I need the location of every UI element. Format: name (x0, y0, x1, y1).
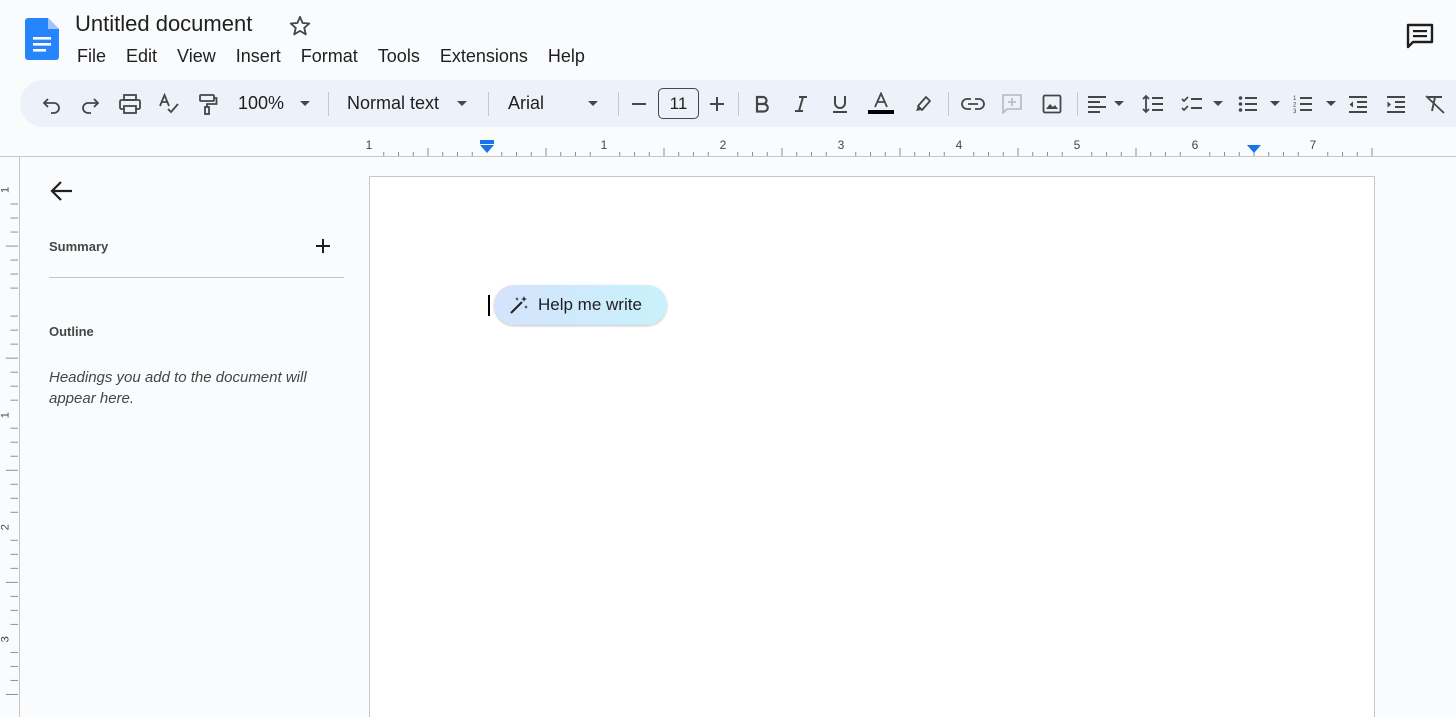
svg-text:3: 3 (1293, 109, 1297, 114)
font-value: Arial (508, 93, 545, 113)
help-me-write-label: Help me write (538, 295, 642, 314)
line-spacing-icon[interactable] (1141, 80, 1165, 127)
link-icon[interactable] (960, 80, 986, 127)
print-icon[interactable] (117, 80, 143, 127)
ruler-label: 3 (0, 636, 12, 642)
help-me-write-button[interactable]: Help me write (494, 285, 667, 325)
toolbar-divider (738, 92, 739, 116)
add-comment-icon[interactable] (1000, 80, 1024, 127)
chevron-down-icon (457, 101, 468, 106)
chevron-down-icon (588, 101, 599, 106)
increase-indent-icon[interactable] (1384, 80, 1408, 127)
document-page[interactable] (369, 176, 1375, 717)
menu-tools[interactable]: Tools (368, 42, 430, 70)
ruler-label: 1 (601, 138, 608, 152)
bold-icon[interactable] (751, 80, 773, 127)
toolbar-divider (618, 92, 619, 116)
decrease-indent-icon[interactable] (1346, 80, 1370, 127)
italic-icon[interactable] (790, 80, 812, 127)
svg-text:1: 1 (1293, 96, 1297, 102)
bulleted-list-icon[interactable] (1238, 80, 1284, 127)
ruler-label: 1 (366, 138, 373, 152)
ruler-ticks (383, 148, 1373, 156)
decrease-font-size-button[interactable] (628, 80, 650, 127)
menu-edit[interactable]: Edit (116, 42, 167, 70)
toolbar-divider (488, 92, 489, 116)
font-select[interactable]: Arial (500, 80, 605, 127)
toolbar: 100% Normal text Arial 11 1 2 3 (20, 80, 1456, 127)
chevron-down-icon (1326, 101, 1336, 106)
font-size-input[interactable]: 11 (658, 88, 699, 119)
toolbar-divider (328, 92, 329, 116)
left-indent-marker[interactable] (480, 140, 494, 153)
magic-pen-icon (510, 296, 528, 314)
ruler-label: 6 (1192, 138, 1199, 152)
outline-hint: Headings you add to the document will ap… (49, 369, 307, 407)
ruler-ticks (5, 203, 19, 695)
undo-icon[interactable] (40, 80, 64, 127)
menu-help[interactable]: Help (538, 42, 595, 70)
numbered-list-icon[interactable]: 123 (1293, 80, 1339, 127)
right-indent-marker[interactable] (1247, 145, 1261, 153)
vertical-ruler[interactable]: 1 1 2 3 (0, 157, 20, 717)
ruler-label: 4 (956, 138, 963, 152)
increase-font-size-button[interactable] (706, 80, 728, 127)
add-summary-icon[interactable] (313, 236, 333, 256)
text-cursor (488, 295, 490, 316)
menu-view[interactable]: View (167, 42, 226, 70)
zoom-select[interactable]: 100% (234, 80, 314, 127)
ruler-label: 2 (0, 524, 12, 530)
toolbar-divider (948, 92, 949, 116)
chevron-down-icon (300, 101, 311, 106)
menu-format[interactable]: Format (291, 42, 368, 70)
image-icon[interactable] (1040, 80, 1064, 127)
back-arrow-icon[interactable] (48, 178, 76, 204)
chevron-down-icon (1270, 101, 1280, 106)
menu-file[interactable]: File (67, 42, 116, 70)
header: Untitled document File Edit View Insert … (0, 0, 1456, 78)
toolbar-divider (1077, 92, 1078, 116)
redo-icon[interactable] (78, 80, 102, 127)
ruler-label: 1 (0, 412, 12, 418)
style-select[interactable]: Normal text (340, 80, 478, 127)
comment-history-icon[interactable] (1405, 22, 1435, 50)
star-icon[interactable] (288, 14, 312, 38)
horizontal-ruler[interactable]: 1 1 2 3 4 5 6 7 (360, 133, 1380, 157)
chevron-down-icon (1114, 101, 1124, 106)
docs-logo-icon[interactable] (25, 18, 59, 60)
text-color-icon[interactable] (866, 80, 896, 127)
document-title[interactable]: Untitled document (75, 10, 252, 38)
outline-label: Outline (49, 324, 94, 339)
chevron-down-icon (1213, 101, 1223, 106)
sidebar-divider (49, 277, 344, 278)
menu-bar: File Edit View Insert Format Tools Exten… (67, 42, 595, 70)
clear-formatting-icon[interactable] (1422, 80, 1448, 127)
menu-insert[interactable]: Insert (226, 42, 291, 70)
zoom-value: 100% (238, 93, 285, 113)
svg-text:2: 2 (1293, 102, 1297, 108)
ruler-label: 1 (0, 187, 12, 193)
paint-format-icon[interactable] (196, 80, 220, 127)
spellcheck-icon[interactable] (157, 80, 181, 127)
align-left-icon[interactable] (1087, 80, 1129, 127)
checklist-icon[interactable] (1181, 80, 1227, 127)
ruler-label: 3 (838, 138, 845, 152)
ruler-label: 7 (1310, 138, 1317, 152)
menu-extensions[interactable]: Extensions (430, 42, 538, 70)
style-value: Normal text (347, 93, 440, 113)
highlight-icon[interactable] (911, 80, 935, 127)
underline-icon[interactable] (829, 80, 851, 127)
ruler-label: 2 (720, 138, 727, 152)
ruler-label: 5 (1074, 138, 1081, 152)
summary-label: Summary (49, 239, 109, 254)
